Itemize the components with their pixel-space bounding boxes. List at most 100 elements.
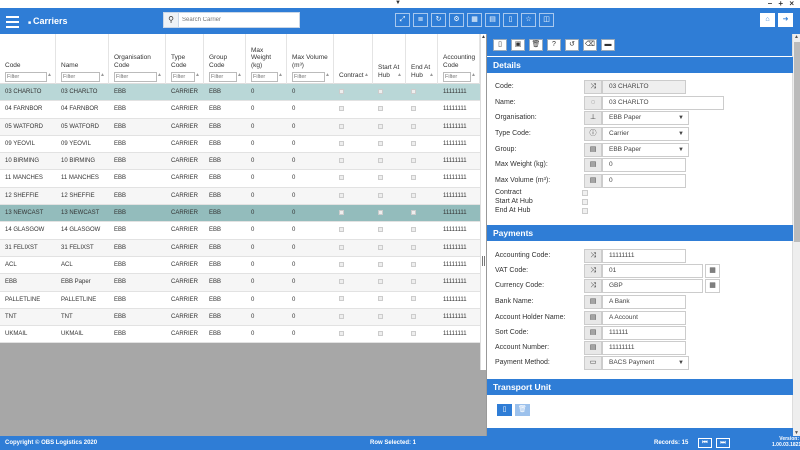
table-row[interactable]: 12 SHEFFIE 12 SHEFFIE EBB CARRIER EBB 0 0 11111… bbox=[0, 187, 480, 206]
filter-input-code[interactable] bbox=[5, 72, 47, 82]
checkbox[interactable] bbox=[378, 296, 383, 302]
column-header-contract[interactable]: Contract ▲ bbox=[334, 34, 373, 84]
new-icon[interactable]: ▯ bbox=[493, 39, 507, 51]
expand-icon[interactable]: ⤢ bbox=[395, 13, 410, 27]
end-at-hub-checkbox[interactable] bbox=[582, 208, 588, 214]
checkbox[interactable] bbox=[411, 227, 416, 233]
column-header-end[interactable]: End At Hub ▲ bbox=[406, 34, 438, 84]
checkbox[interactable] bbox=[378, 331, 383, 337]
name-field[interactable]: 03 CHARLTO bbox=[602, 96, 724, 110]
sort-icon[interactable]: ▲ bbox=[157, 72, 162, 78]
checkbox[interactable] bbox=[411, 88, 416, 94]
checkbox[interactable] bbox=[339, 210, 344, 215]
table-row[interactable]: 31 FELIXST 31 FELIXST EBB CARRIER EBB 0 0 11111… bbox=[0, 239, 480, 257]
table-row[interactable]: 14 GLASGOW 14 GLASGOW EBB CARRIER EBB 0 0 11111… bbox=[0, 222, 480, 240]
checkbox[interactable] bbox=[378, 227, 383, 233]
table-row[interactable]: 04 FARNBOR 04 FARNBOR EBB CARRIER EBB 0 0 11111… bbox=[0, 101, 480, 119]
checkbox[interactable] bbox=[339, 123, 344, 129]
delete-icon[interactable]: 🗑 bbox=[529, 39, 543, 51]
filter-input-org[interactable] bbox=[114, 72, 157, 82]
checkbox[interactable] bbox=[378, 261, 383, 267]
checkbox[interactable] bbox=[411, 123, 416, 129]
start-at-hub-checkbox[interactable] bbox=[582, 199, 588, 205]
panel-scroll-up-icon[interactable]: ▲ bbox=[794, 34, 799, 40]
checkbox[interactable] bbox=[378, 123, 383, 129]
sort-icon[interactable]: ▲ bbox=[364, 72, 369, 78]
checkbox[interactable] bbox=[339, 192, 344, 198]
checkbox[interactable] bbox=[339, 140, 344, 146]
checkbox[interactable] bbox=[378, 106, 383, 112]
sort-icon[interactable]: ▲ bbox=[471, 72, 476, 78]
collapse-caret-icon[interactable]: ▼ bbox=[395, 0, 401, 6]
transport-unit-section-header[interactable]: Transport Unit bbox=[487, 379, 793, 395]
payments-section-header[interactable]: Payments bbox=[487, 225, 793, 241]
star-icon[interactable]: ☆ bbox=[521, 13, 536, 27]
filter-input-type[interactable] bbox=[171, 72, 195, 82]
delete-transport-unit-icon[interactable]: 🗑 bbox=[515, 404, 530, 416]
checkbox[interactable] bbox=[339, 88, 344, 94]
column-header-name[interactable]: Name ▲ bbox=[56, 34, 109, 84]
column-header-org[interactable]: Organisation Code ▲ bbox=[109, 34, 166, 84]
table-row[interactable]: UKMAIL UKMAIL EBB CARRIER EBB 0 0 11111111 bbox=[0, 326, 480, 344]
checkbox[interactable] bbox=[339, 279, 344, 285]
checkbox[interactable] bbox=[339, 331, 344, 337]
max-weight-field[interactable]: 0 bbox=[602, 158, 686, 172]
checkbox[interactable] bbox=[339, 175, 344, 181]
checkbox[interactable] bbox=[378, 210, 383, 215]
payment-method-select[interactable]: BACS Payment ▼ bbox=[602, 356, 689, 370]
checkbox[interactable] bbox=[411, 175, 416, 181]
search-icon[interactable]: ⚲ bbox=[164, 13, 179, 27]
table-row[interactable]: TNT TNT EBB CARRIER EBB 0 0 11111111 bbox=[0, 308, 480, 327]
code-field[interactable]: 03 CHARLTO bbox=[602, 80, 686, 94]
sort-icon[interactable]: ▲ bbox=[397, 72, 402, 78]
checkbox[interactable] bbox=[411, 192, 416, 198]
checkbox[interactable] bbox=[339, 106, 344, 112]
type-code-select[interactable]: Carrier ▼ bbox=[602, 127, 689, 141]
column-header-weight[interactable]: Max Weight (kg) ▲ bbox=[246, 34, 287, 84]
first-page-icon[interactable]: ⏮ bbox=[698, 438, 712, 448]
scroll-thumb[interactable] bbox=[482, 256, 485, 266]
checkbox[interactable] bbox=[339, 313, 344, 319]
undo-icon[interactable]: ↺ bbox=[565, 39, 579, 51]
checkbox[interactable] bbox=[339, 296, 344, 302]
checkbox[interactable] bbox=[378, 279, 383, 285]
eraser-icon[interactable]: ⌫ bbox=[583, 39, 597, 51]
checkbox[interactable] bbox=[378, 313, 383, 319]
checkbox[interactable] bbox=[411, 313, 416, 319]
checkbox[interactable] bbox=[339, 244, 344, 250]
sort-icon[interactable]: ▲ bbox=[47, 72, 52, 78]
calendar-icon[interactable]: ▦ bbox=[705, 264, 720, 278]
checkbox[interactable] bbox=[411, 210, 416, 215]
table-row[interactable]: 05 WATFORD 05 WATFORD EBB CARRIER EBB 0 0 11111… bbox=[0, 118, 480, 136]
help-icon[interactable]: ? bbox=[547, 39, 561, 51]
filter-input-weight[interactable] bbox=[251, 72, 278, 82]
refresh-icon[interactable]: ↻ bbox=[431, 13, 446, 27]
grid-icon[interactable]: ▦ bbox=[467, 13, 482, 27]
calendar-icon[interactable]: ▦ bbox=[705, 279, 720, 293]
checkbox[interactable] bbox=[339, 261, 344, 267]
table-row[interactable]: 11 MANCHES 11 MANCHES EBB CARRIER EBB 0 0 11111… bbox=[0, 170, 480, 188]
database-icon[interactable]: ≣ bbox=[413, 13, 428, 27]
table-row[interactable]: ACL ACL EBB CARRIER EBB 0 0 11111111 bbox=[0, 256, 480, 275]
column-header-start[interactable]: Start At Hub ▲ bbox=[373, 34, 406, 84]
bank-name-field[interactable]: A Bank bbox=[602, 295, 686, 309]
menu-icon[interactable] bbox=[6, 13, 19, 29]
checkbox[interactable] bbox=[378, 88, 383, 94]
sort-icon[interactable]: ▲ bbox=[278, 72, 283, 78]
column-header-acc[interactable]: Accounting Code ▲ bbox=[438, 34, 480, 84]
column-header-volume[interactable]: Max Volume (m³) ▲ bbox=[287, 34, 334, 84]
sort-icon[interactable]: ▲ bbox=[429, 72, 434, 78]
checkbox[interactable] bbox=[378, 175, 383, 181]
filter-input-name[interactable] bbox=[61, 72, 100, 82]
organisation-select[interactable]: EBB Paper ▼ bbox=[602, 111, 689, 125]
filter-input-group[interactable] bbox=[209, 72, 237, 82]
checkbox[interactable] bbox=[378, 140, 383, 146]
home-icon[interactable]: ⌂ bbox=[760, 13, 775, 27]
checkbox[interactable] bbox=[378, 244, 383, 250]
save-icon[interactable]: ▣ bbox=[511, 39, 525, 51]
vat-code-field[interactable]: 01 bbox=[602, 264, 703, 278]
checkbox[interactable] bbox=[378, 158, 383, 164]
panel-scroll-thumb[interactable] bbox=[794, 42, 800, 242]
contract-checkbox[interactable] bbox=[582, 190, 588, 196]
document-icon[interactable]: ▯ bbox=[503, 13, 518, 27]
